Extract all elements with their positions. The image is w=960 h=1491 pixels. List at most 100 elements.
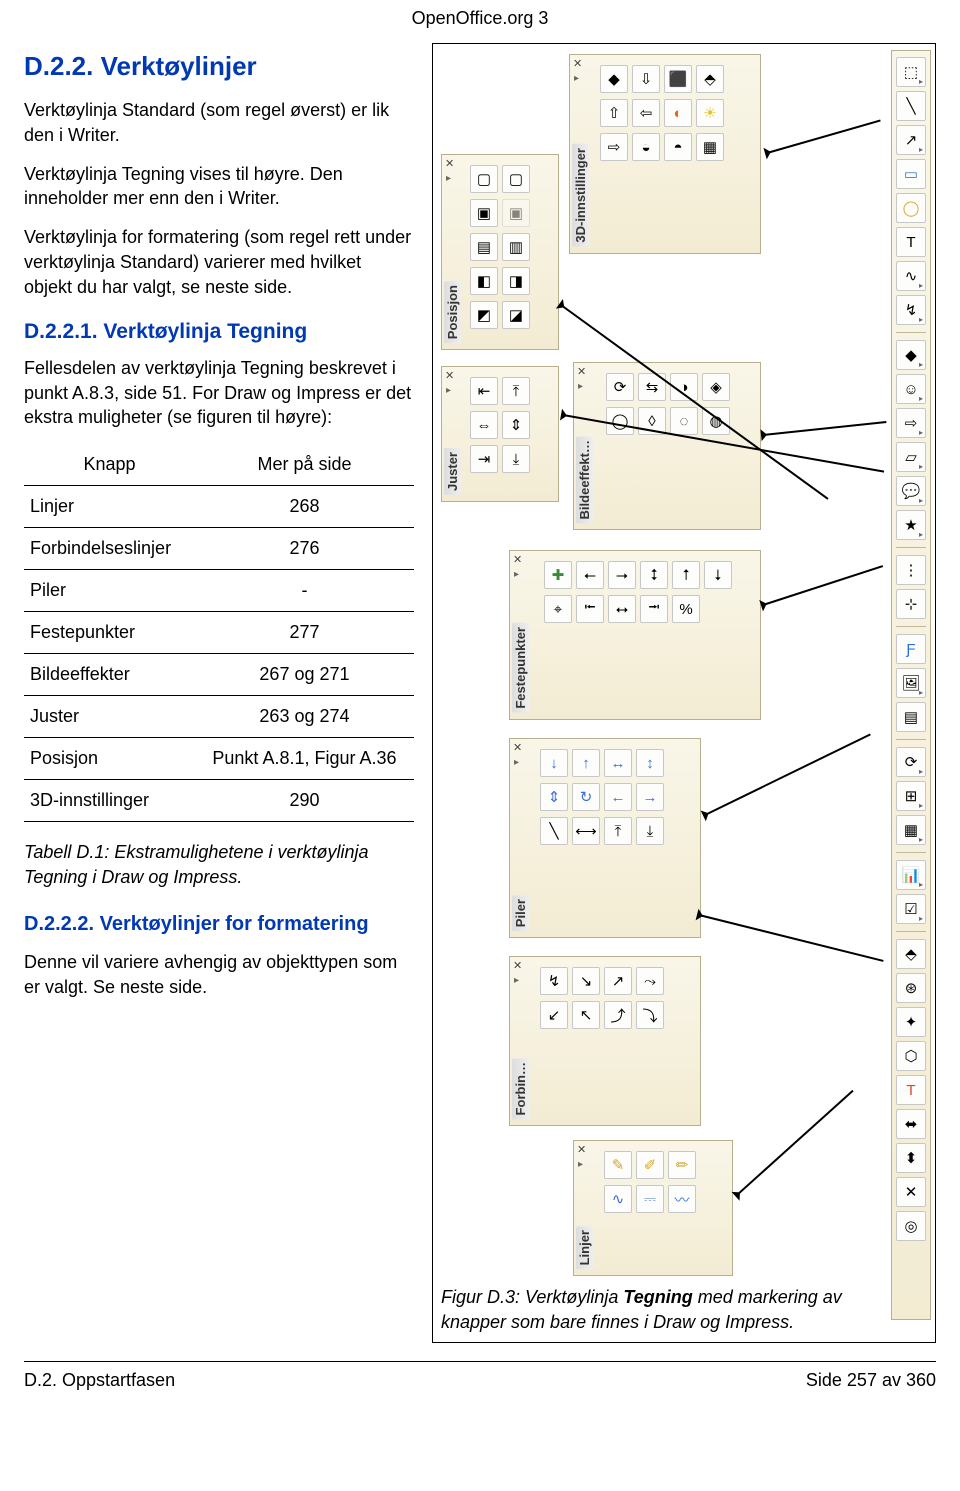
glue-hright-icon[interactable]: ⭲ <box>640 595 668 623</box>
extra2-icon[interactable]: ✦ <box>896 1007 926 1037</box>
insert-gluepoint-icon[interactable]: ✚ <box>544 561 572 589</box>
connector-curve-icon[interactable]: ⤳ <box>636 967 664 995</box>
symbol-shapes-icon[interactable]: ☺ <box>896 374 926 404</box>
rotate-icon[interactable]: ⟳ <box>606 373 634 401</box>
overlap-icon[interactable]: ▢ <box>502 165 530 193</box>
extra5-icon[interactable]: ⬌ <box>896 1109 926 1139</box>
overlap2-icon[interactable]: ▣ <box>502 199 530 227</box>
glue-hcenter-icon[interactable]: ⭤ <box>608 595 636 623</box>
gluepoints-icon[interactable]: ⊹ <box>896 589 926 619</box>
light-icon[interactable]: ☀ <box>696 99 724 127</box>
polygon-icon[interactable]: ⎓ <box>636 1185 664 1213</box>
glue-vcenter-icon[interactable]: ⭥ <box>640 561 668 589</box>
line-dim-icon[interactable]: ⟷ <box>572 817 600 845</box>
glue-rel-icon[interactable]: ⌖ <box>544 595 572 623</box>
behind-obj-icon[interactable]: ◧ <box>470 267 498 295</box>
fontwork-icon[interactable]: Ƒ <box>896 634 926 664</box>
stars-icon[interactable]: ★ <box>896 510 926 540</box>
extra7-icon[interactable]: ✕ <box>896 1177 926 1207</box>
rectangle-tool-icon[interactable]: ▭ <box>896 159 926 189</box>
reverse-icon[interactable]: ◨ <box>502 267 530 295</box>
dim-v-icon[interactable]: ↕ <box>636 749 664 777</box>
align-bottom-icon[interactable]: ⤓ <box>502 445 530 473</box>
text-tool-icon[interactable]: T <box>896 227 926 257</box>
freeform-icon[interactable]: 〰 <box>668 1185 696 1213</box>
connector-4-icon[interactable]: ⤴ <box>604 1001 632 1029</box>
line-end-icon[interactable]: ⤓ <box>636 817 664 845</box>
connector-5-icon[interactable]: ⤵ <box>636 1001 664 1029</box>
line-tool-icon[interactable]: ╲ <box>896 91 926 121</box>
extra6-icon[interactable]: ⬍ <box>896 1143 926 1173</box>
arrow-both-icon[interactable]: ⇕ <box>540 783 568 811</box>
tilt-down-icon[interactable]: ⇩ <box>632 65 660 93</box>
glue-top-icon[interactable]: ⭡ <box>672 561 700 589</box>
connector-arrow-icon[interactable]: ↘ <box>572 967 600 995</box>
glue-hleft-icon[interactable]: ⭰ <box>576 595 604 623</box>
perspective-icon[interactable]: ◈ <box>702 373 730 401</box>
edit-points-icon[interactable]: ⋮ <box>896 555 926 585</box>
glue-right-icon[interactable]: ⭢ <box>608 561 636 589</box>
bring-forward-icon[interactable]: ▣ <box>470 199 498 227</box>
extrusion-toggle-icon[interactable]: ⬘ <box>896 939 926 969</box>
connector-3-icon[interactable]: ↖ <box>572 1001 600 1029</box>
extra4-icon[interactable]: T <box>896 1075 926 1105</box>
wire-icon[interactable]: ▦ <box>696 133 724 161</box>
connector-icon[interactable]: ↯ <box>540 967 568 995</box>
insert-tool-icon[interactable]: 📊 <box>896 860 926 890</box>
connector-line-icon[interactable]: ↗ <box>604 967 632 995</box>
extra3-icon[interactable]: ⬡ <box>896 1041 926 1071</box>
callouts-icon[interactable]: 💬 <box>896 476 926 506</box>
glue-left-icon[interactable]: ⭠ <box>576 561 604 589</box>
tilt-left-icon[interactable]: ⇦ <box>632 99 660 127</box>
dim-h-icon[interactable]: ↔ <box>604 749 632 777</box>
arrow-down-icon[interactable]: ↓ <box>540 749 568 777</box>
extrude-icon[interactable]: ◆ <box>600 65 628 93</box>
flowcharts-icon[interactable]: ▱ <box>896 442 926 472</box>
send-backward-icon[interactable]: ▤ <box>470 233 498 261</box>
line-start-icon[interactable]: ⤒ <box>604 817 632 845</box>
select-icon[interactable]: ⬚ <box>896 57 926 87</box>
align-center-h-icon[interactable]: ⇔ <box>470 411 498 439</box>
transparency-icon[interactable]: ◌ <box>670 407 698 435</box>
connector-2-icon[interactable]: ↙ <box>540 1001 568 1029</box>
tilt-up-icon[interactable]: ⇧ <box>600 99 628 127</box>
arrow-right-icon[interactable]: → <box>636 783 664 811</box>
extra1-icon[interactable]: ⊛ <box>896 973 926 1003</box>
arrange-tool-icon[interactable]: ▦ <box>896 815 926 845</box>
curve-fill-icon[interactable]: ✎ <box>604 1151 632 1179</box>
send-back-icon[interactable]: ▥ <box>502 233 530 261</box>
back-obj-icon[interactable]: ◪ <box>502 301 530 329</box>
glue-percent-icon[interactable]: % <box>672 595 700 623</box>
glue-bottom-icon[interactable]: ⭣ <box>704 561 732 589</box>
controls-icon[interactable]: ☑ <box>896 894 926 924</box>
curve-icon[interactable]: ∿ <box>604 1185 632 1213</box>
direction-icon[interactable]: ⬘ <box>696 65 724 93</box>
arrow-up-icon[interactable]: ↑ <box>572 749 600 777</box>
rotate-tool-icon[interactable]: ⟳ <box>896 747 926 777</box>
cube-icon[interactable]: ⬛ <box>664 65 692 93</box>
connector-tool-icon[interactable]: ↯ <box>896 295 926 325</box>
set-circle-icon[interactable]: ◯ <box>606 407 634 435</box>
extra8-icon[interactable]: ◎ <box>896 1211 926 1241</box>
align-center-v-icon[interactable]: ⇕ <box>502 411 530 439</box>
basic-shapes-icon[interactable]: ◆ <box>896 340 926 370</box>
bring-front-icon[interactable]: ▢ <box>470 165 498 193</box>
arrow-left-icon[interactable]: ← <box>604 783 632 811</box>
line-plain-icon[interactable]: ╲ <box>540 817 568 845</box>
tilt-right-icon[interactable]: ⇨ <box>600 133 628 161</box>
surface-icon[interactable]: ◒ <box>632 133 660 161</box>
from-file-icon[interactable]: 🖼 <box>896 668 926 698</box>
front-obj-icon[interactable]: ◩ <box>470 301 498 329</box>
polygon-fill-icon[interactable]: ✐ <box>636 1151 664 1179</box>
arrow-tool-icon[interactable]: ↗ <box>896 125 926 155</box>
block-arrows-icon[interactable]: ⇨ <box>896 408 926 438</box>
align-top-icon[interactable]: ⤒ <box>502 377 530 405</box>
ellipse-tool-icon[interactable]: ◯ <box>896 193 926 223</box>
depth-icon[interactable]: ◐ <box>664 99 692 127</box>
freeform-fill-icon[interactable]: ✏ <box>668 1151 696 1179</box>
gallery-icon[interactable]: ▤ <box>896 702 926 732</box>
align-right-icon[interactable]: ⇥ <box>470 445 498 473</box>
color-3d-icon[interactable]: ◓ <box>664 133 692 161</box>
curve-tool-icon[interactable]: ∿ <box>896 261 926 291</box>
align-left-icon[interactable]: ⇤ <box>470 377 498 405</box>
